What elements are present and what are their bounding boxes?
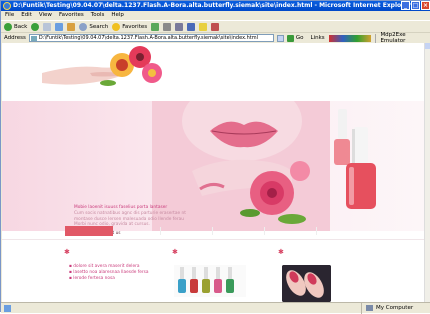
nail-polish-bottles-image — [334, 109, 376, 209]
edit-button[interactable] — [187, 22, 196, 31]
maximize-button[interactable]: □ — [411, 1, 420, 10]
home-button[interactable] — [67, 22, 76, 31]
nav-divider — [160, 227, 161, 235]
scroll-up-arrow[interactable] — [425, 43, 430, 49]
header-hand-flowers-image — [42, 46, 162, 86]
status-bar: My Computer — [1, 302, 430, 314]
nav-strip — [2, 225, 424, 237]
nav-divider — [264, 227, 265, 235]
messenger-button[interactable] — [211, 22, 220, 31]
links-label[interactable]: Links — [310, 35, 324, 41]
vertical-scrollbar[interactable] — [424, 43, 430, 302]
flower-bullet-icon: ✱ — [64, 248, 70, 256]
links-list: dolore sit avera maserit delera lasetto … — [69, 264, 149, 282]
forward-button[interactable] — [31, 22, 40, 31]
minimize-button[interactable]: _ — [401, 1, 410, 10]
nav-divider — [212, 227, 213, 235]
title-bar: D:\Funtik\Testing\09.04.07\delta.1237.Fl… — [1, 1, 430, 11]
web-page: Mobie laoenit isuuss faselius porta lant… — [2, 43, 424, 302]
search-icon — [79, 22, 88, 31]
history-button[interactable] — [151, 22, 160, 31]
print-button[interactable] — [175, 22, 184, 31]
ie-page-icon — [4, 304, 11, 312]
computer-icon — [366, 305, 373, 311]
menu-help[interactable]: Help — [111, 11, 124, 20]
menu-tools[interactable]: Tools — [91, 11, 105, 20]
go-arrow-icon — [286, 34, 294, 42]
toolbar: Back Search Favorites — [1, 20, 430, 32]
back-arrow-icon — [4, 22, 12, 31]
address-value: D:\Funtik\Testing\09.04.07\delta.1237.Fl… — [38, 35, 259, 41]
menu-file[interactable]: File — [5, 11, 14, 20]
nav-item-active[interactable] — [65, 226, 113, 236]
menu-edit[interactable]: Edit — [21, 11, 32, 20]
browser-window: D:\Funtik\Testing\09.04.07\delta.1237.Fl… — [0, 0, 430, 314]
polish-bottles-row-image — [174, 265, 246, 297]
ie-icon — [3, 2, 11, 10]
go-label: Go — [295, 35, 304, 41]
list-item-link[interactable]: lerode fertesa nosa — [69, 276, 149, 282]
stop-button[interactable] — [43, 22, 52, 31]
flower-bullet-icon: ✱ — [278, 248, 284, 256]
flower-bullet-icon: ✱ — [172, 248, 178, 256]
page-viewport: Mobie laoenit isuuss faselius porta lant… — [2, 43, 430, 302]
refresh-button[interactable] — [55, 22, 64, 31]
favorites-label: Favorites — [122, 23, 148, 30]
menu-favorites[interactable]: Favorites — [59, 11, 84, 20]
menu-bar: File Edit View Favorites Tools Help — [1, 11, 430, 20]
address-bar: Address D:\Funtik\Testing\09.04.07\delta… — [1, 32, 430, 44]
status-zone-label: My Computer — [376, 305, 414, 311]
address-label: Address — [4, 35, 26, 41]
status-left — [1, 304, 361, 312]
address-dropdown-button[interactable] — [276, 34, 284, 42]
page-icon — [30, 36, 37, 41]
back-label: Back — [14, 23, 28, 30]
search-button[interactable]: Search — [79, 22, 109, 31]
favorites-button[interactable]: Favorites — [112, 22, 148, 31]
address-input[interactable]: D:\Funtik\Testing\09.04.07\delta.1237.Fl… — [28, 34, 274, 42]
toolbar-separator — [375, 33, 377, 43]
menu-view[interactable]: View — [39, 11, 52, 20]
hero-banner: Mobie laoenit isuuss faselius porta lant… — [2, 101, 424, 236]
close-button[interactable]: × — [421, 1, 430, 10]
search-label: Search — [89, 23, 109, 30]
nav-divider — [316, 227, 317, 235]
go-button[interactable]: Go — [286, 34, 304, 42]
star-icon — [112, 22, 121, 31]
folder-button[interactable] — [199, 22, 208, 31]
window-title: D:\Funtik\Testing\09.04.07\delta.1237.Fl… — [13, 2, 412, 9]
decorated-nails-image — [282, 265, 331, 302]
toolbar-extension-logo[interactable] — [328, 34, 372, 42]
back-button[interactable]: Back — [4, 22, 28, 31]
mail-button[interactable] — [163, 22, 172, 31]
